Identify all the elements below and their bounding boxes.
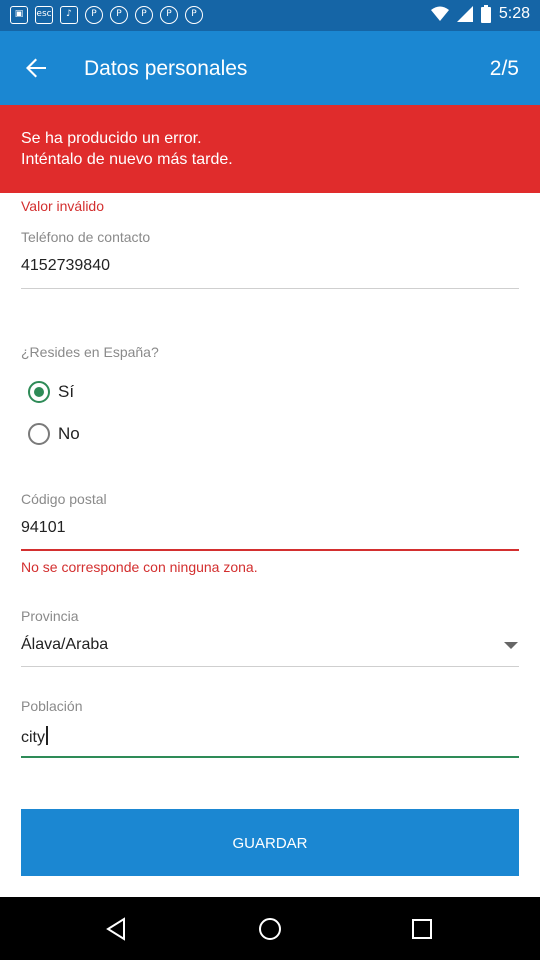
app-notification-icon: ▣ <box>10 6 28 24</box>
pinterest-icon: P <box>185 6 203 24</box>
pinterest-icon: P <box>160 6 178 24</box>
postal-code-error: No se corresponde con ninguna zona. <box>21 559 258 575</box>
status-bar: ▣ esc ♪ P P P P P 5:28 <box>0 0 540 31</box>
signal-icon <box>456 6 473 22</box>
postal-code-input[interactable]: 94101 <box>21 519 66 537</box>
radio-label-si: Sí <box>58 382 75 401</box>
error-banner-line2: Inténtalo de nuevo más tarde. <box>21 151 233 168</box>
phone-label: Teléfono de contacto <box>21 229 151 245</box>
save-button[interactable]: GUARDAR <box>21 809 519 876</box>
radio-option-si[interactable]: Sí <box>28 381 74 403</box>
city-underline <box>21 756 519 758</box>
postal-code-underline <box>21 549 519 551</box>
province-select[interactable]: Álava/Araba <box>21 636 108 654</box>
status-right: 5:28 <box>430 5 530 23</box>
text-cursor <box>46 726 48 745</box>
pinterest-icon: P <box>110 6 128 24</box>
dropdown-arrow-icon[interactable] <box>504 642 518 649</box>
phone-error-text: Valor inválido <box>21 198 105 214</box>
city-input[interactable]: city <box>21 726 48 747</box>
battery-icon <box>480 5 491 23</box>
phone-input[interactable]: 4152739840 <box>21 257 110 275</box>
page-title: Datos personales <box>84 57 248 80</box>
step-indicator: 2/5 <box>489 57 519 80</box>
notification-icons: ▣ esc ♪ P P P P P <box>10 6 203 24</box>
city-input-value: city <box>21 729 45 746</box>
error-banner-line1: Se ha producido un error. <box>21 130 202 147</box>
province-underline <box>21 666 519 667</box>
back-button[interactable] <box>16 48 56 88</box>
radio-checked-icon[interactable] <box>28 381 50 403</box>
resides-question: ¿Resides en España? <box>21 344 159 360</box>
status-time: 5:28 <box>498 5 530 22</box>
nav-recents-icon[interactable] <box>410 917 434 941</box>
pinterest-icon: P <box>135 6 153 24</box>
arrow-back-icon <box>26 58 46 78</box>
postal-code-label: Código postal <box>21 491 107 507</box>
city-label: Población <box>21 698 83 714</box>
app-bar: Datos personales 2/5 <box>0 31 540 105</box>
radio-option-no[interactable]: No <box>28 423 80 445</box>
phone-underline <box>21 288 519 289</box>
radio-label-no: No <box>58 424 80 443</box>
radio-unchecked-icon[interactable] <box>28 423 50 445</box>
esc-icon: esc <box>35 6 53 24</box>
music-icon: ♪ <box>60 6 78 24</box>
navigation-bar <box>0 897 540 960</box>
nav-home-icon[interactable] <box>257 916 283 942</box>
error-banner: Se ha producido un error. Inténtalo de n… <box>0 105 540 193</box>
province-label: Provincia <box>21 608 79 624</box>
nav-back-icon[interactable] <box>104 916 130 942</box>
wifi-icon <box>430 6 449 21</box>
pinterest-icon: P <box>85 6 103 24</box>
